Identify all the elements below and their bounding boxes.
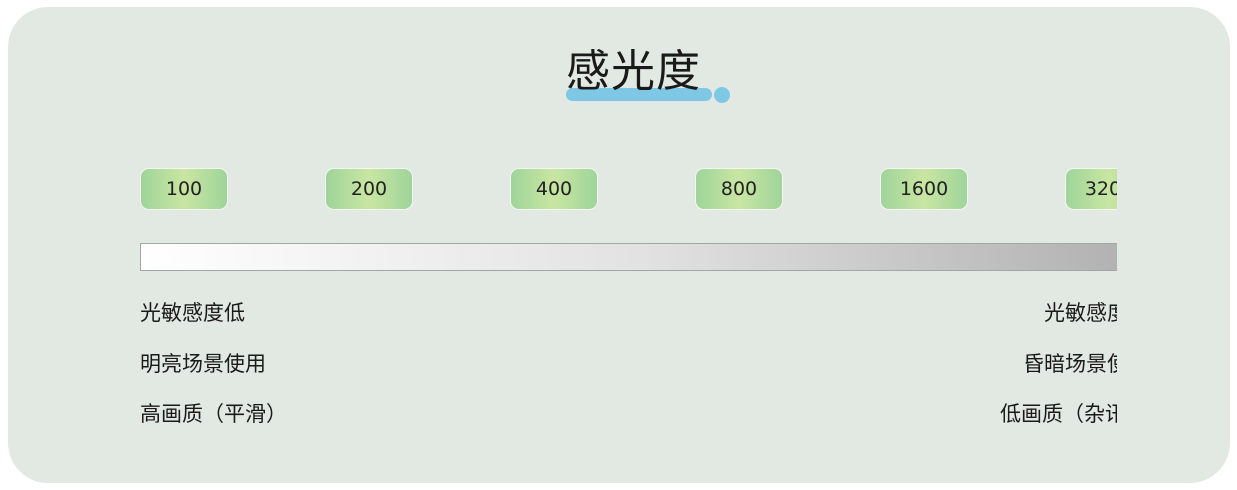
iso-badge-200: 200 [326, 169, 412, 209]
bright-scene-label: 明亮场景使用 [140, 352, 266, 376]
dark-scene-label: 昏暗场景使用 [1023, 352, 1117, 376]
low-quality-label: 低画质（杂讯） [1000, 402, 1117, 426]
high-sensitivity-label: 光敏感度高 [1044, 301, 1117, 325]
iso-badge-3200: 3200 [1066, 169, 1117, 209]
iso-badge-1600: 1600 [881, 169, 967, 209]
iso-badge-400: 400 [511, 169, 597, 209]
scale-area: 100 200 400 800 1600 3200 光敏感度低 明亮场景使用 高… [0, 0, 1117, 490]
sensitivity-gradient-bar [140, 243, 1117, 271]
iso-badge-100: 100 [141, 169, 227, 209]
low-sensitivity-label: 光敏感度低 [140, 301, 245, 325]
iso-badge-800: 800 [696, 169, 782, 209]
high-quality-label: 高画质（平滑） [140, 402, 287, 426]
